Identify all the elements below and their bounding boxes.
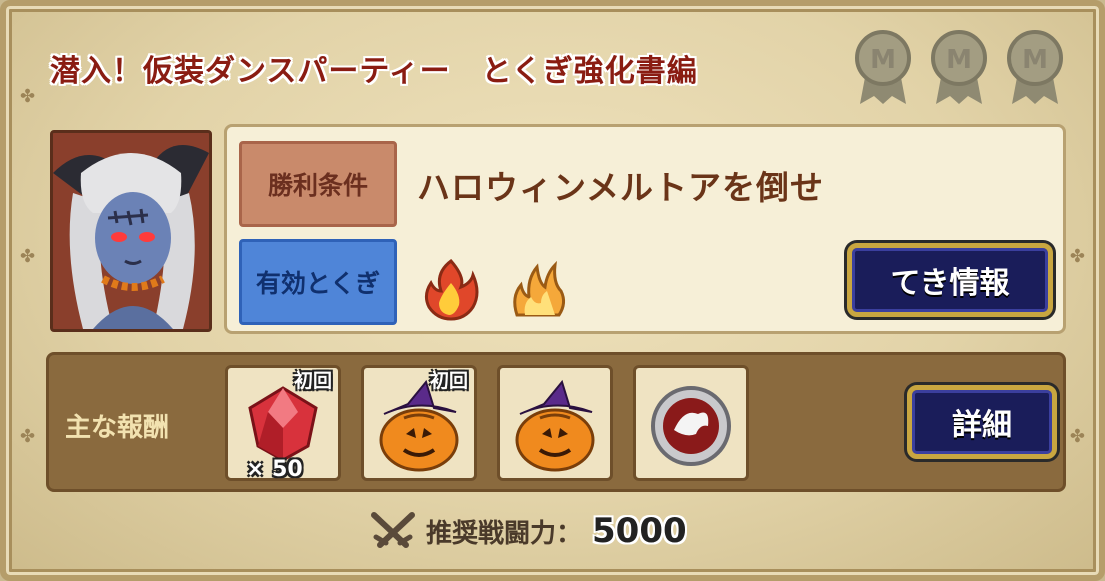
quest-conditions-box: 勝利条件 ハロウィンメルトアを倒せ 有効とくぎ てき情報 [224, 124, 1066, 334]
pumpkin-witch-icon [515, 379, 595, 472]
medal-icon: M [931, 30, 987, 104]
rewards-panel: 主な報酬 初回 × 50 初回 詳細 [46, 352, 1066, 492]
effective-skill-label: 有効とくぎ [239, 239, 397, 325]
reward-quantity: × 50 [246, 457, 303, 482]
reward-item[interactable]: 初回 × 50 [225, 365, 341, 482]
fire-icon [424, 258, 479, 321]
reward-item[interactable] [633, 365, 749, 481]
medal-icon: M [855, 30, 911, 104]
svg-text:M: M [1022, 45, 1048, 75]
first-clear-badge: 初回 [429, 370, 468, 392]
win-condition-text: ハロウィンメルトアを倒せ [417, 168, 825, 207]
svg-text:M: M [946, 45, 972, 75]
first-clear-badge: 初回 [293, 370, 332, 392]
win-condition-label: 勝利条件 [239, 141, 397, 227]
corner-ornament-icon: ✤ [1069, 426, 1085, 447]
corner-ornament-icon: ✤ [20, 426, 36, 447]
flame-icon [513, 260, 566, 317]
recommended-power: 推奨戦闘力： 5000 [370, 511, 687, 551]
crossed-swords-icon [371, 512, 415, 548]
enemy-info-button[interactable]: てき情報 [847, 243, 1053, 317]
corner-ornament-icon: ✤ [20, 246, 36, 267]
boss-portrait-icon [53, 133, 209, 329]
rewards-label: 主な報酬 [65, 413, 170, 443]
silver-coin-icon [651, 386, 731, 466]
corner-ornament-icon: ✤ [1069, 246, 1085, 267]
boss-portrait[interactable] [50, 130, 212, 332]
reward-item[interactable] [497, 365, 613, 481]
recommended-power-value: 5000 [592, 511, 687, 551]
reward-detail-button[interactable]: 詳細 [907, 385, 1057, 459]
recommended-power-label: 推奨戦闘力： [426, 518, 583, 549]
svg-text:M: M [870, 45, 896, 75]
reward-item[interactable]: 初回 [361, 365, 477, 481]
medal-icon: M [1007, 30, 1063, 104]
corner-ornament-icon: ✤ [20, 86, 36, 107]
quest-panel: ✤ ✤ ✤ ✤ ✤ 潜入！仮装ダンスパーティー とくぎ強化書編 M M M 勝利… [0, 0, 1105, 581]
quest-title: 潜入！仮装ダンスパーティー とくぎ強化書編 [50, 54, 698, 89]
